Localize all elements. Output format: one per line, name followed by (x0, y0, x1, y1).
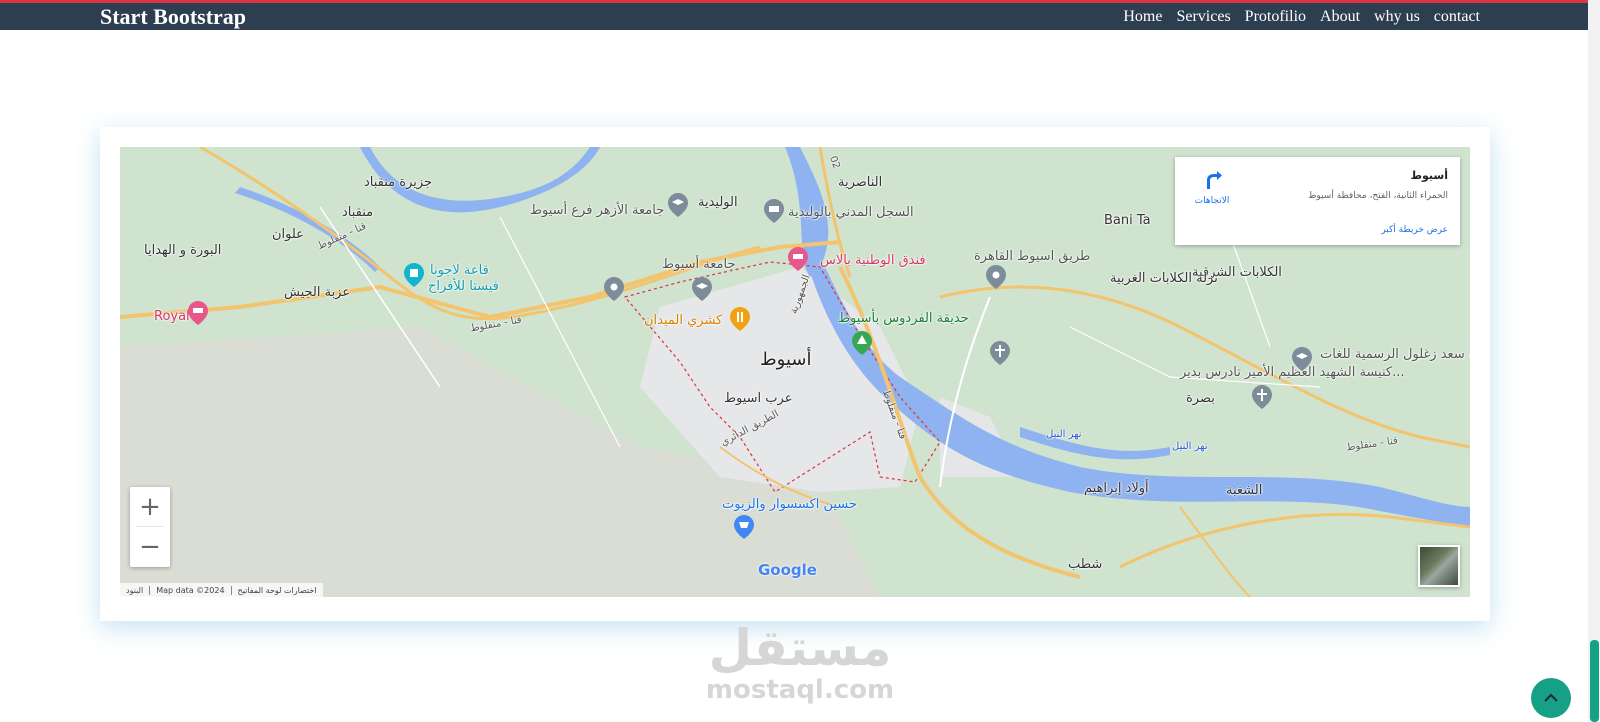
mostaql-watermark: مستقل mostaql.com (700, 620, 900, 704)
map-label-manqabad[interactable]: منقباد (342, 205, 373, 220)
place-pin-icon[interactable] (604, 277, 624, 301)
watermark-arabic: مستقل (708, 619, 892, 677)
map-card: أسيوط عرب اسيوط منقباد جزيرة منقباد علوا… (100, 127, 1490, 621)
map-label-gezeret-manqabad[interactable]: جزيرة منقباد (364, 175, 432, 190)
map-label-nile-1[interactable]: نهر النيل (1046, 427, 1082, 442)
map-label-ezbet-gaysh[interactable]: عزبة الجيش (284, 285, 350, 300)
map-label-walideya[interactable]: الوليدية (698, 195, 738, 210)
church-pin-icon-2[interactable] (1252, 385, 1272, 409)
map-label-bora[interactable]: البورة و الهدايا (144, 243, 221, 258)
map-label-gharb-assiut[interactable]: عرب اسيوط (724, 391, 792, 406)
terms-link[interactable]: البنود (126, 586, 143, 595)
map-label-fayrouz[interactable]: فيستا للأفراح (428, 279, 499, 294)
satellite-toggle-button[interactable] (1418, 545, 1460, 587)
page-scrollbar[interactable] (1588, 0, 1600, 722)
info-place-address: الحمراء الثانية، الفتح، محافظة أسيوط (1308, 191, 1448, 201)
map-label-bani-ta[interactable]: Bani Ta (1104, 213, 1151, 228)
nav-link-services[interactable]: Services (1176, 7, 1230, 27)
directions-button[interactable]: الاتجاهات (1189, 169, 1235, 206)
google-logo-text: Google (758, 561, 817, 579)
map-label-hussein[interactable]: حسين اكسسوار والزيوت (722, 497, 857, 512)
attribution-separator-2 (149, 585, 151, 595)
hotel-pin-icon-2[interactable] (788, 247, 808, 271)
map-label-shotb[interactable]: شطب (1068, 557, 1102, 572)
navbar: Start Bootstrap Home Services Protofilio… (0, 0, 1588, 30)
watermark-latin: mostaql.com (705, 675, 895, 705)
zoom-in-button[interactable]: + (130, 487, 170, 527)
place-pin-icon-2[interactable] (986, 265, 1006, 289)
park-pin-icon[interactable] (852, 331, 872, 355)
map-info-box: أسيوط الحمراء الثانية، الفتح، محافظة أسي… (1175, 157, 1460, 245)
restaurant-pin-icon[interactable] (730, 307, 750, 331)
map-label-nile-2[interactable]: نهر النيل (1172, 439, 1208, 454)
map-label-madani[interactable]: السجل المدني بالوليدية (788, 205, 914, 220)
nav-link-why-us[interactable]: why us (1374, 7, 1420, 27)
google-logo: Google (758, 561, 817, 579)
map-label-assiut[interactable]: أسيوط (760, 350, 811, 370)
map-label-qaat[interactable]: قاعة لاجونا (430, 263, 489, 278)
map-label-azhar[interactable]: جامعة الأزهر فرع أسيوط (530, 203, 664, 218)
scrollbar-thumb[interactable] (1590, 640, 1599, 722)
nav-link-contact[interactable]: contact (1434, 7, 1480, 27)
church-pin-icon[interactable] (990, 341, 1010, 365)
university-pin-icon-2[interactable] (692, 277, 712, 301)
university-pin-icon[interactable] (668, 193, 688, 217)
school-pin-icon[interactable] (1292, 347, 1312, 371)
nav-link-portfolio[interactable]: Protofilio (1245, 7, 1306, 27)
keyboard-shortcuts-link[interactable]: اختصارات لوحة المفاتيح (238, 586, 317, 595)
nav-links: Home Services Protofilio About why us co… (1123, 7, 1480, 27)
google-map[interactable]: أسيوط عرب اسيوط منقباد جزيرة منقباد علوا… (120, 147, 1470, 597)
attribution-separator (230, 585, 232, 595)
map-label-royal[interactable]: Royal (154, 309, 190, 324)
chevron-up-icon (1544, 693, 1558, 702)
shop-pin-icon[interactable] (734, 515, 754, 539)
map-data-label: Map data ©2024 (156, 585, 225, 595)
map-label-cairo-road[interactable]: طريق اسيوط القاهرة (974, 249, 1090, 264)
map-label-saad-school[interactable]: مدرسة سعد زغلول الرسمية للغات (1320, 347, 1470, 362)
page: Start Bootstrap Home Services Protofilio… (0, 0, 1600, 722)
map-label-assiut-uni[interactable]: جامعة أسيوط (662, 257, 736, 272)
back-to-top-button[interactable] (1531, 678, 1571, 718)
info-place-title: أسيوط (1410, 169, 1448, 182)
map-label-elwan[interactable]: علوان (272, 227, 304, 242)
directions-icon (1207, 171, 1222, 189)
map-label-awlad-ibrahim[interactable]: أولاد إبراهيم (1084, 481, 1149, 496)
brand-logo[interactable]: Start Bootstrap (100, 5, 246, 29)
venue-pin-icon[interactable] (404, 263, 424, 287)
map-label-ferdous[interactable]: حديقة الفردوس بأسيوط (838, 311, 969, 326)
map-attribution: اختصارات لوحة المفاتيح Map data ©2024 ال… (120, 583, 323, 597)
zoom-controls: + − (130, 487, 170, 567)
map-label-hotel[interactable]: فندق الوطنية بالاس (820, 253, 926, 268)
map-label-basra[interactable]: بصرة (1186, 391, 1215, 406)
directions-label: الاتجاهات (1194, 196, 1230, 206)
map-label-nasreya[interactable]: الناصرية (838, 175, 882, 190)
view-larger-map-link[interactable]: عرض خريطة أكبر (1381, 225, 1448, 235)
map-label-kalabat-gharb[interactable]: نزلة الكلابات الغربية (1110, 271, 1218, 286)
government-pin-icon[interactable] (764, 199, 784, 223)
hotel-pin-icon[interactable] (188, 301, 208, 325)
nav-link-home[interactable]: Home (1123, 7, 1162, 27)
zoom-out-button[interactable]: − (130, 527, 170, 567)
nav-link-about[interactable]: About (1320, 7, 1360, 27)
map-label-shaghba[interactable]: الشغبة (1226, 483, 1262, 498)
map-label-koshary[interactable]: كشري الميدان (644, 313, 722, 328)
